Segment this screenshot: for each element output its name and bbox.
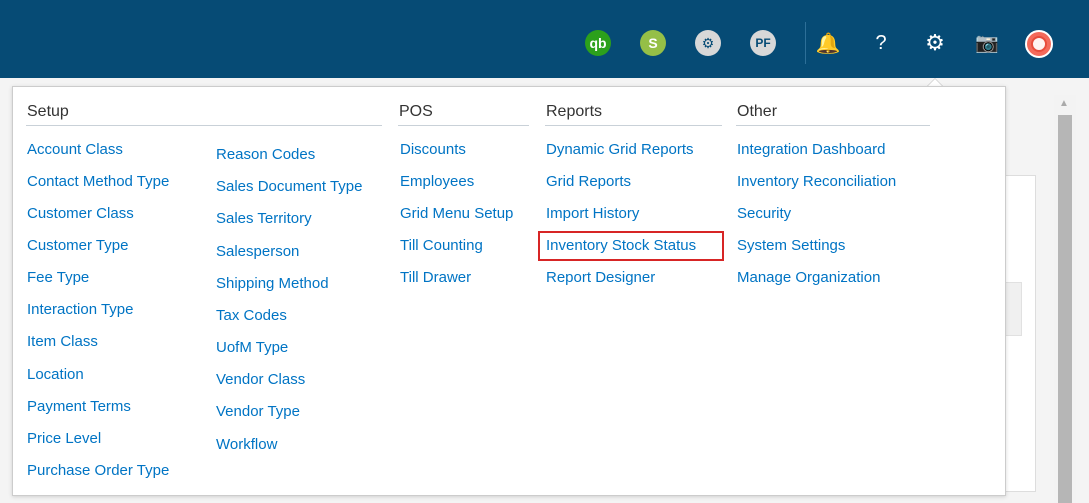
menu-link[interactable]: Payment Terms xyxy=(27,398,131,415)
menu-link[interactable]: Fee Type xyxy=(27,269,89,286)
bell-icon[interactable]: 🔔 xyxy=(815,30,841,56)
menu-link[interactable]: Location xyxy=(27,366,84,383)
menu-link[interactable]: Tax Codes xyxy=(216,307,287,324)
menu-link[interactable]: Reason Codes xyxy=(216,146,315,163)
menu-link[interactable]: Price Level xyxy=(27,430,101,447)
shopify-icon[interactable]: S xyxy=(640,30,666,56)
menu-link[interactable]: Till Drawer xyxy=(400,269,471,286)
menu-link[interactable]: Account Class xyxy=(27,141,123,158)
scrollbar-thumb[interactable] xyxy=(1058,115,1072,503)
menu-link[interactable]: UofM Type xyxy=(216,339,288,356)
gear-icon[interactable]: ⚙ xyxy=(922,30,948,56)
menu-link[interactable]: System Settings xyxy=(737,237,845,254)
menu-link[interactable]: Workflow xyxy=(216,436,277,453)
top-navigation-bar: qb S ⚙ PF 🔔 ? ⚙ 📷 xyxy=(0,0,1089,78)
menu-link[interactable]: Manage Organization xyxy=(737,269,880,286)
pos-heading-divider xyxy=(398,125,529,126)
other-heading: Other xyxy=(737,103,778,120)
menu-link[interactable]: Customer Class xyxy=(27,205,134,222)
menu-link[interactable]: Contact Method Type xyxy=(27,173,169,190)
scrollbar[interactable] xyxy=(1054,95,1076,503)
menu-link[interactable]: Interaction Type xyxy=(27,301,133,318)
reports-heading-divider xyxy=(545,125,722,126)
setup-heading-divider xyxy=(26,125,382,126)
header-divider xyxy=(805,22,806,64)
pf-icon[interactable]: PF xyxy=(750,30,776,56)
menu-link[interactable]: Integration Dashboard xyxy=(737,141,885,158)
menu-link[interactable]: Import History xyxy=(546,205,639,222)
menu-link[interactable]: Report Designer xyxy=(546,269,655,286)
menu-link[interactable]: Customer Type xyxy=(27,237,128,254)
avatar-center xyxy=(1031,36,1047,52)
menu-link[interactable]: Vendor Type xyxy=(216,403,300,420)
menu-link[interactable]: Discounts xyxy=(400,141,466,158)
menu-link[interactable]: Item Class xyxy=(27,333,98,350)
menu-link[interactable]: Purchase Order Type xyxy=(27,462,169,479)
menu-link[interactable]: Employees xyxy=(400,173,474,190)
menu-link[interactable]: Sales Territory xyxy=(216,210,312,227)
scroll-up-icon[interactable]: ▲ xyxy=(1059,98,1069,109)
avatar-icon[interactable] xyxy=(1025,30,1053,58)
quickbooks-icon[interactable]: qb xyxy=(585,30,611,56)
menu-link[interactable]: Grid Menu Setup xyxy=(400,205,513,222)
inventory-stock-status-highlight xyxy=(538,231,724,261)
other-heading-divider xyxy=(736,125,930,126)
pos-heading: POS xyxy=(399,103,433,120)
camera-icon[interactable]: 📷 xyxy=(974,30,1000,56)
menu-link[interactable]: Shipping Method xyxy=(216,275,329,292)
menu-link[interactable]: Dynamic Grid Reports xyxy=(546,141,694,158)
menu-link[interactable]: Inventory Reconciliation xyxy=(737,173,896,190)
menu-link[interactable]: Vendor Class xyxy=(216,371,305,388)
setup-heading: Setup xyxy=(27,103,69,120)
menu-link[interactable]: Security xyxy=(737,205,791,222)
menu-link[interactable]: Till Counting xyxy=(400,237,483,254)
menu-link[interactable]: Salesperson xyxy=(216,243,299,260)
settings-badge-icon[interactable]: ⚙ xyxy=(695,30,721,56)
menu-link[interactable]: Sales Document Type xyxy=(216,178,362,195)
reports-heading: Reports xyxy=(546,103,603,120)
menu-link[interactable]: Grid Reports xyxy=(546,173,631,190)
help-icon[interactable]: ? xyxy=(868,30,894,56)
